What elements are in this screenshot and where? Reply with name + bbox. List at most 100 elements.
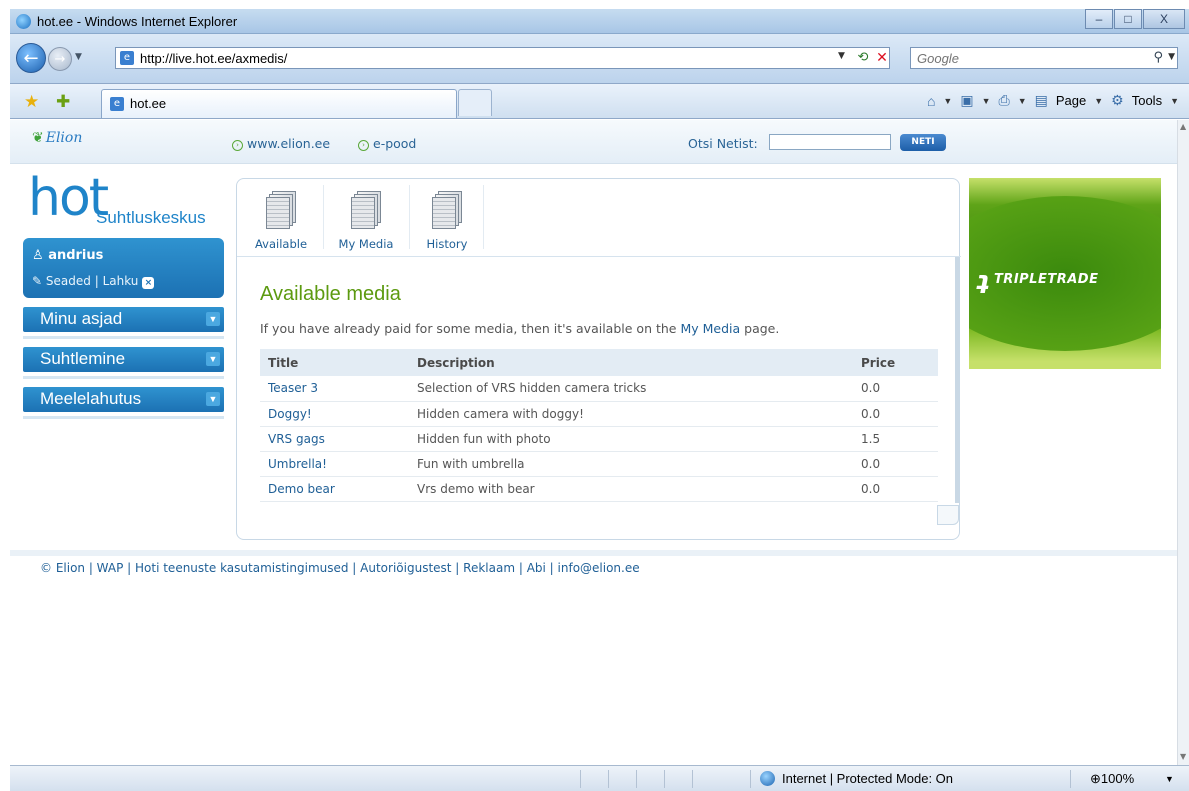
- media-title-link[interactable]: Doggy!: [268, 407, 312, 421]
- intro-text: If you have already paid for some media,…: [260, 321, 780, 336]
- bullet-arrow-icon: ›: [232, 140, 243, 151]
- tab-divider: [483, 185, 484, 249]
- page-menu-icon: ▤: [1034, 92, 1048, 108]
- status-divider: [692, 770, 693, 788]
- forward-arrow-icon: →: [54, 52, 66, 67]
- logout-close-icon[interactable]: ×: [142, 277, 155, 289]
- cell-price: 0.0: [853, 401, 938, 427]
- media-table: Title Description Price Teaser 3 Selectio…: [260, 349, 938, 502]
- menu-label: Meelelahutus: [40, 389, 142, 408]
- zoom-level[interactable]: ⊕100%: [1090, 771, 1134, 787]
- window-controls: – □ X: [1084, 9, 1185, 29]
- tab-divider: [323, 185, 324, 249]
- print-dropdown-icon[interactable]: ▼: [1018, 96, 1027, 106]
- tab-my-media[interactable]: My Media: [326, 185, 406, 255]
- header-description: Description: [409, 349, 853, 376]
- link-epood[interactable]: › e-pood: [358, 136, 416, 151]
- page-scrollbar[interactable]: ▲ ▼: [1177, 120, 1189, 765]
- cell-description: Hidden camera with doggy!: [409, 401, 853, 427]
- menu-minu-asjad[interactable]: Minu asjad ▼: [23, 307, 224, 332]
- table-header-row: Title Description Price: [260, 349, 938, 376]
- home-dropdown-icon[interactable]: ▼: [943, 96, 952, 106]
- footer-divider: [10, 550, 1177, 556]
- media-title-link[interactable]: Umbrella!: [268, 457, 327, 471]
- print-icon[interactable]: ⎙: [999, 92, 1010, 109]
- media-title-link[interactable]: Demo bear: [268, 482, 335, 496]
- status-divider: [1070, 770, 1071, 788]
- address-bar[interactable]: e ▼ ⟲ ✕: [115, 47, 890, 69]
- cell-description: Vrs demo with bear: [409, 476, 853, 502]
- scroll-up-icon[interactable]: ▲: [1180, 122, 1186, 131]
- command-bar: ⌂ ▼ ▣ ▼ ⎙ ▼ ▤ Page ▼ ⚙ Tools ▼: [927, 92, 1179, 109]
- footer-links[interactable]: © Elion | WAP | Hoti teenuste kasutamist…: [40, 561, 640, 575]
- search-input[interactable]: [917, 50, 1137, 66]
- status-divider: [750, 770, 751, 788]
- media-title-link[interactable]: Teaser 3: [268, 381, 318, 395]
- address-input[interactable]: [140, 50, 830, 66]
- link-elion[interactable]: › www.elion.ee: [232, 136, 330, 151]
- chevron-down-icon: ▼: [206, 312, 220, 326]
- my-media-link[interactable]: My Media: [680, 321, 740, 336]
- close-button[interactable]: X: [1143, 9, 1185, 29]
- menu-suhtlemine[interactable]: Suhtlemine ▼: [23, 347, 224, 372]
- page-viewport: ❦ Elion › www.elion.ee › e-pood Otsi Netist…: [10, 120, 1177, 765]
- settings-link[interactable]: Seaded: [46, 274, 91, 288]
- home-icon[interactable]: ⌂: [927, 93, 935, 109]
- internet-globe-icon: [760, 771, 775, 786]
- tools-dropdown-icon[interactable]: ▼: [1170, 96, 1179, 106]
- cell-price: 1.5: [853, 426, 938, 452]
- page-menu[interactable]: Page: [1056, 93, 1086, 108]
- net-search-button[interactable]: NETI: [900, 134, 946, 151]
- new-tab-button[interactable]: [458, 89, 492, 116]
- zoom-dropdown-icon[interactable]: ▼: [1165, 774, 1174, 784]
- tab-label: hot.ee: [130, 96, 167, 111]
- stop-icon[interactable]: ✕: [874, 49, 890, 67]
- security-zone[interactable]: Internet | Protected Mode: On: [782, 771, 953, 786]
- feeds-icon[interactable]: ▣: [960, 92, 973, 109]
- document-icon: [432, 191, 462, 231]
- header-title: Title: [260, 349, 409, 376]
- tab-available[interactable]: Available: [241, 185, 321, 255]
- recent-pages-dropdown[interactable]: ▼: [75, 52, 82, 62]
- back-button[interactable]: ←: [16, 43, 46, 73]
- window-titlebar: hot.ee - Windows Internet Explorer – □ X: [10, 9, 1189, 34]
- page-icon: e: [120, 51, 134, 65]
- media-tab-strip: Available My Media History: [237, 179, 961, 257]
- search-icon[interactable]: ⚲: [1153, 50, 1163, 65]
- elion-leaf-icon: ❦: [32, 130, 44, 146]
- tab-history[interactable]: History: [407, 185, 487, 255]
- site-top-strip: ❦ Elion › www.elion.ee › e-pood Otsi Netist…: [10, 120, 1177, 164]
- username: ♙ andrius: [32, 248, 104, 263]
- feeds-dropdown-icon[interactable]: ▼: [982, 96, 991, 106]
- menu-divider: [23, 416, 224, 419]
- search-dropdown-icon[interactable]: ▼: [1168, 52, 1175, 62]
- table-row: Doggy! Hidden camera with doggy! 0.0: [260, 401, 938, 427]
- cell-title: Doggy!: [260, 401, 409, 427]
- status-divider: [608, 770, 609, 788]
- elion-logo[interactable]: ❦ Elion: [32, 130, 82, 146]
- net-search-input[interactable]: [769, 134, 891, 150]
- tripletrade-ad[interactable]: ʇ TRIPLETRADE: [969, 178, 1161, 369]
- refresh-icon[interactable]: ⟲: [854, 49, 872, 67]
- scroll-down-icon[interactable]: ▼: [1180, 752, 1186, 761]
- favorites-star-icon[interactable]: ★: [24, 92, 39, 112]
- media-panel: Available My Media History Available med…: [236, 178, 961, 540]
- menu-meelelahutus[interactable]: Meelelahutus ▼: [23, 387, 224, 412]
- search-bar[interactable]: ⚲ ▼: [910, 47, 1178, 69]
- media-title-link[interactable]: VRS gags: [268, 432, 325, 446]
- minimize-button[interactable]: –: [1085, 9, 1113, 29]
- tools-menu[interactable]: Tools: [1132, 93, 1162, 108]
- cell-price: 0.0: [853, 451, 938, 477]
- tab-bar: ★ ✚ e hot.ee ⌂ ▼ ▣ ▼ ⎙ ▼ ▤ Page ▼ ⚙ Tools ▼: [10, 84, 1189, 119]
- address-dropdown-icon[interactable]: ▼: [838, 51, 845, 61]
- maximize-button[interactable]: □: [1114, 9, 1142, 29]
- logout-link[interactable]: Lahku: [103, 274, 139, 288]
- forward-button[interactable]: →: [48, 47, 72, 71]
- add-favorites-icon[interactable]: ✚: [56, 92, 70, 112]
- panel-scrollbar[interactable]: [955, 257, 959, 503]
- table-row: Demo bear Vrs demo with bear 0.0: [260, 476, 938, 502]
- menu-label: Minu asjad: [40, 309, 123, 328]
- status-divider: [636, 770, 637, 788]
- page-dropdown-icon[interactable]: ▼: [1094, 96, 1103, 106]
- tab-hot-ee[interactable]: e hot.ee: [101, 89, 457, 118]
